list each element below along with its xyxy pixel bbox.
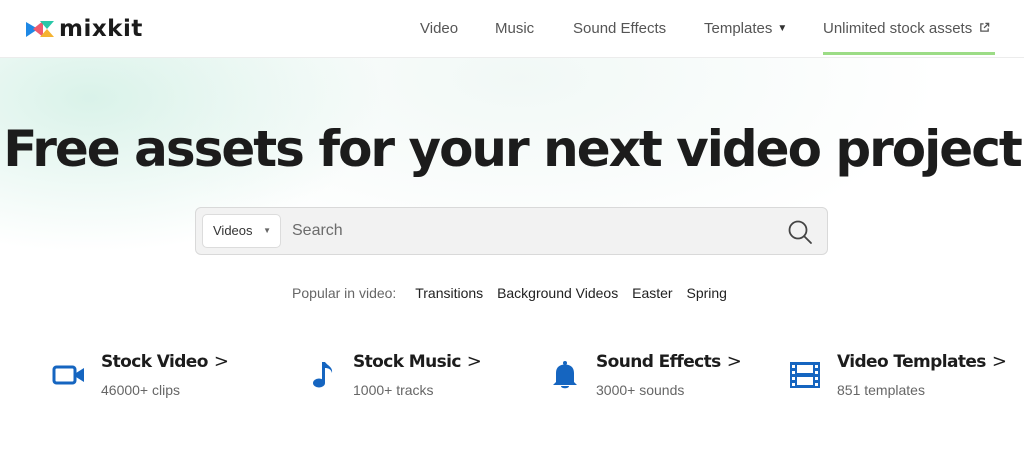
nav-templates-label: Templates xyxy=(704,20,773,37)
chevron-right-icon: > xyxy=(991,351,1007,372)
search-category-dropdown[interactable]: Videos ▼ xyxy=(202,214,281,248)
nav-music[interactable]: Music xyxy=(495,19,534,39)
category-title: Stock Music > xyxy=(353,351,482,373)
category-count: 1000+ tracks xyxy=(353,382,434,398)
nav-sound-effects[interactable]: Sound Effects xyxy=(573,19,666,39)
category-count: 851 templates xyxy=(837,382,925,398)
chevron-right-icon: > xyxy=(466,351,482,372)
popular-searches: Popular in video: Transitions Background… xyxy=(0,284,1024,302)
category-title-text: Stock Video xyxy=(101,352,208,372)
music-note-icon xyxy=(313,362,333,388)
category-title-text: Stock Music xyxy=(353,352,461,372)
category-stock-video[interactable]: Stock Video > 46000+ clips xyxy=(52,350,252,402)
category-count: 46000+ clips xyxy=(101,382,181,398)
chevron-right-icon: > xyxy=(213,351,229,372)
video-camera-icon xyxy=(52,365,84,385)
caret-down-icon: ▼ xyxy=(263,226,271,235)
logo-wordmark: mixkit xyxy=(59,16,143,42)
film-strip-icon xyxy=(790,362,820,388)
popular-link-transitions[interactable]: Transitions xyxy=(415,285,483,301)
category-sound-effects[interactable]: Sound Effects > 3000+ sounds xyxy=(548,350,748,402)
nav-templates[interactable]: Templates ▼ xyxy=(704,19,787,39)
caret-down-icon: ▼ xyxy=(777,23,788,34)
popular-label: Popular in video: xyxy=(292,285,397,301)
category-stock-music[interactable]: Stock Music > 1000+ tracks xyxy=(308,350,508,402)
search-bar: Videos ▼ xyxy=(195,207,828,255)
nav-unlimited-label: Unlimited stock assets xyxy=(823,20,973,37)
chevron-right-icon: > xyxy=(726,351,742,372)
category-title: Stock Video > xyxy=(101,351,229,373)
search-category-value: Videos xyxy=(213,223,253,238)
nav-video[interactable]: Video xyxy=(420,19,458,39)
hero-title: Free assets for your next video project xyxy=(3,120,1023,178)
category-title-text: Sound Effects xyxy=(596,352,721,372)
mixkit-logo-mark-icon xyxy=(26,21,54,37)
popular-link-easter[interactable]: Easter xyxy=(632,285,672,301)
category-video-templates[interactable]: Video Templates > 851 templates xyxy=(788,350,1008,402)
popular-link-background-videos[interactable]: Background Videos xyxy=(497,285,618,301)
mixkit-logo[interactable]: mixkit xyxy=(26,16,143,42)
category-title-text: Video Templates xyxy=(837,352,986,372)
bell-icon xyxy=(553,361,577,389)
category-count: 3000+ sounds xyxy=(596,382,685,398)
popular-link-spring[interactable]: Spring xyxy=(686,285,726,301)
nav-unlimited-stock-assets[interactable]: Unlimited stock assets xyxy=(823,19,995,55)
category-title: Video Templates > xyxy=(837,351,1007,373)
category-title: Sound Effects > xyxy=(596,351,742,373)
search-input[interactable] xyxy=(292,216,762,246)
top-navigation-bar: mixkit Video Music Sound Effects Templat… xyxy=(0,0,1024,58)
external-link-icon xyxy=(980,22,990,32)
search-icon[interactable] xyxy=(787,219,813,245)
